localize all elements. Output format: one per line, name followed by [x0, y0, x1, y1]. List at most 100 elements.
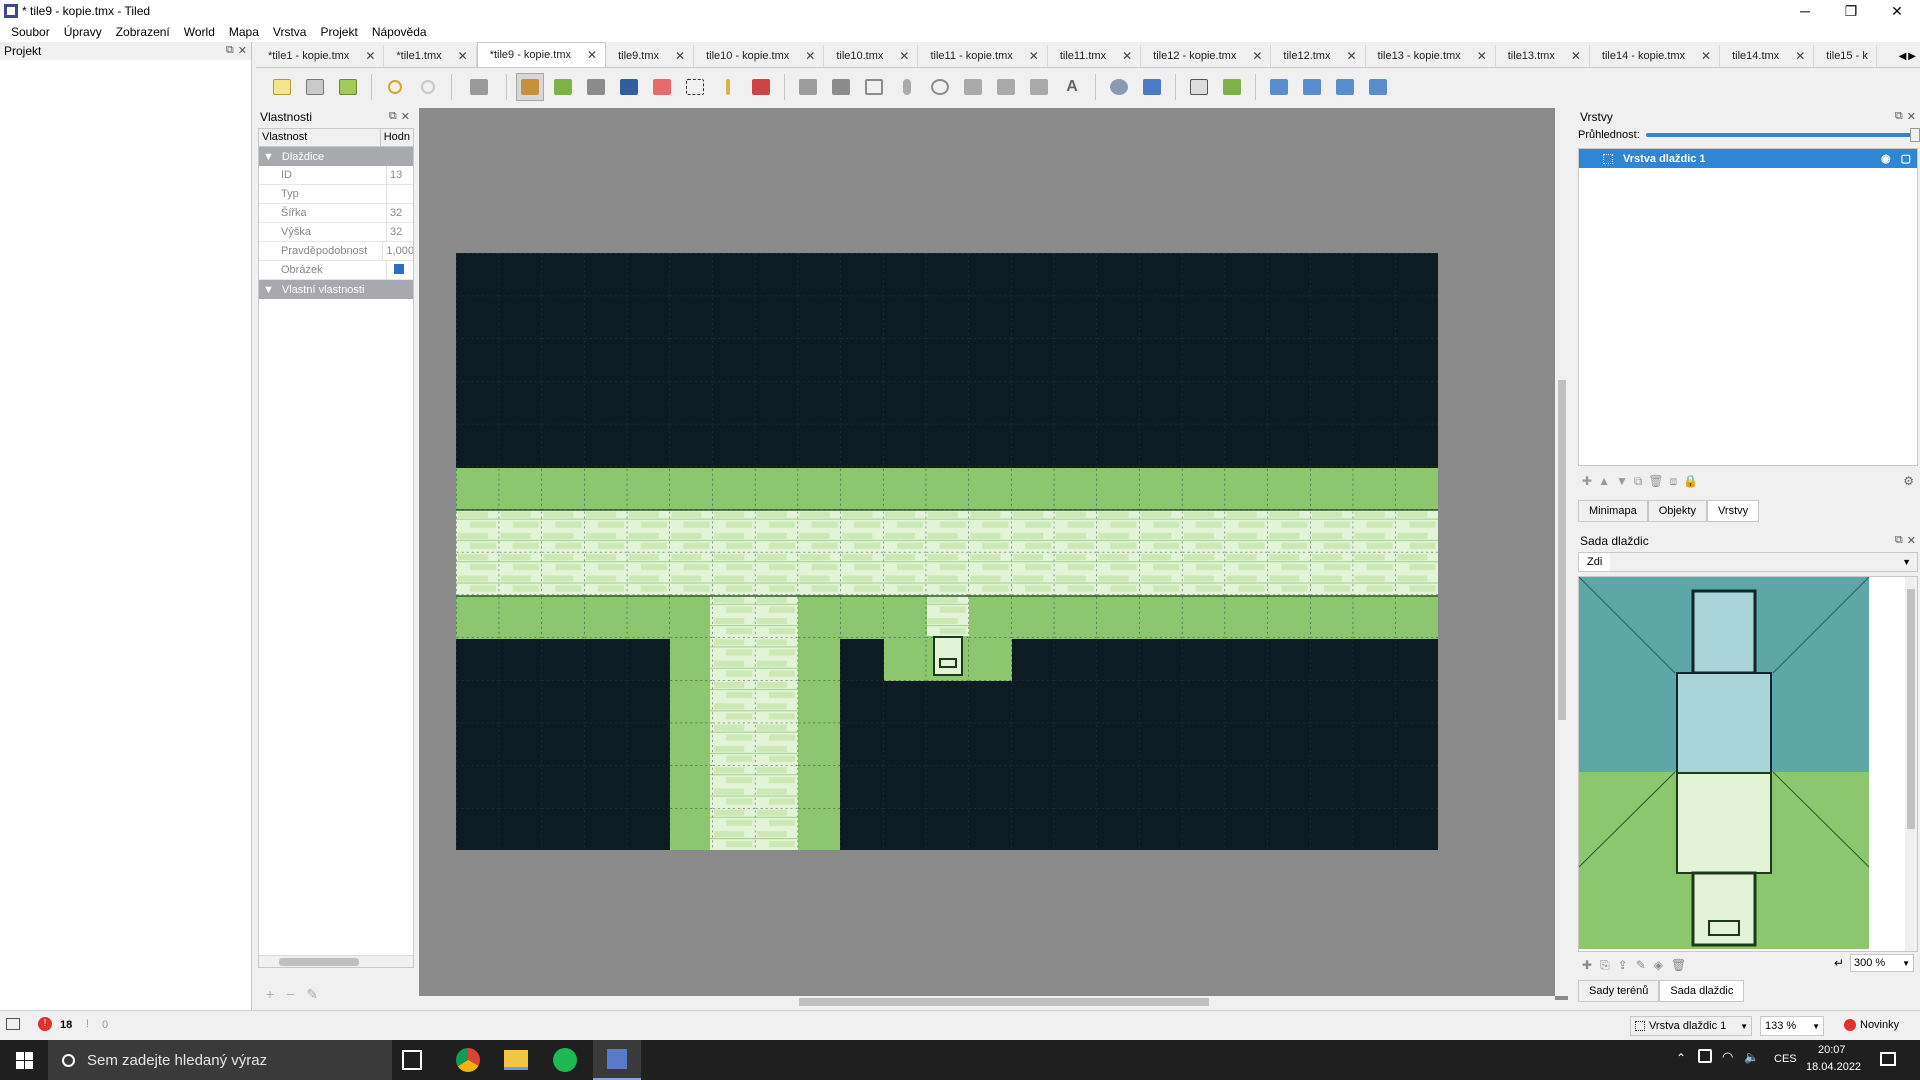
close-tab-icon[interactable]: ✕ [365, 49, 375, 63]
rotate-left-button[interactable] [1331, 73, 1359, 101]
image-thumbnail-icon[interactable] [394, 264, 404, 274]
delete-tileset-icon[interactable]: 🗑 [1671, 958, 1686, 973]
console-toggle-icon[interactable] [6, 1018, 20, 1030]
terrain-brush-button[interactable] [549, 73, 577, 101]
layer-properties-icon[interactable]: ⚙ [1903, 474, 1914, 488]
volume-icon[interactable]: 🔈 [1744, 1050, 1759, 1064]
menu-zobrazeni[interactable]: Zobrazení [109, 25, 177, 39]
flip-horizontal-button[interactable] [1265, 73, 1293, 101]
tab-tileset[interactable]: Sada dlaždic [1659, 980, 1745, 1002]
tile-map[interactable] [456, 253, 1438, 850]
tileset-tab-zdi[interactable]: Zdi [1579, 553, 1611, 571]
clock-date[interactable]: 18.04.2022 [1806, 1061, 1861, 1073]
flip-vertical-button[interactable] [1298, 73, 1326, 101]
eraser-button[interactable] [648, 73, 676, 101]
insert-template-button[interactable] [1025, 73, 1053, 101]
tab-document[interactable]: tile15 - k [1814, 45, 1877, 67]
tab-document[interactable]: tile10.tmx ✕ [824, 45, 919, 67]
menu-vrstva[interactable]: Vrstva [266, 25, 314, 39]
collapse-arrow-icon[interactable]: ▼ [263, 284, 274, 296]
tab-document[interactable]: tile14.tmx ✕ [1720, 45, 1815, 67]
move-world-button[interactable] [1138, 73, 1166, 101]
close-tab-icon[interactable]: ✕ [1571, 49, 1581, 63]
save-button[interactable] [334, 73, 362, 101]
random-tiles-button[interactable] [1185, 73, 1213, 101]
stamp-brush-button[interactable] [516, 73, 544, 101]
property-group-tile[interactable]: ▼ Dlaždice [259, 147, 413, 166]
close-icon[interactable]: ✕ [1907, 534, 1916, 547]
eye-icon[interactable]: ◉ [1881, 152, 1891, 165]
start-button[interactable] [0, 1040, 48, 1080]
float-icon[interactable]: ⧉ [389, 110, 397, 123]
delete-layer-icon[interactable]: 🗑 [1648, 474, 1663, 489]
merge-layer-icon[interactable]: ⧈ [1670, 474, 1678, 489]
rotate-right-button[interactable] [1364, 73, 1392, 101]
float-icon[interactable]: ⧉ [1895, 110, 1903, 123]
close-tab-icon[interactable]: ✕ [1477, 49, 1487, 63]
clock-time[interactable]: 20:07 [1818, 1044, 1846, 1056]
canvas-hscrollbar[interactable] [419, 996, 1555, 1008]
lock-icon[interactable]: ▢ [1901, 152, 1911, 165]
tab-objects[interactable]: Objekty [1647, 500, 1707, 522]
terrain-icon[interactable]: ◈ [1654, 958, 1663, 973]
insert-text-button[interactable]: A [1058, 73, 1086, 101]
add-property-icon[interactable]: + [266, 986, 274, 1003]
close-icon[interactable]: ✕ [238, 44, 247, 57]
zoom-select[interactable]: 133 % ▼ [1760, 1016, 1824, 1036]
menu-world[interactable]: World [177, 25, 222, 39]
maximize-button[interactable]: ❐ [1828, 0, 1874, 22]
close-tab-icon[interactable]: ✕ [1029, 49, 1039, 63]
float-icon[interactable]: ⧉ [1895, 534, 1903, 547]
close-tab-icon[interactable]: ✕ [1795, 49, 1805, 63]
properties-hscrollbar[interactable] [259, 955, 413, 967]
close-tab-icon[interactable]: ✕ [805, 49, 815, 63]
menu-projekt[interactable]: Projekt [313, 25, 364, 39]
tab-scroll-right-icon[interactable]: ▶ [1908, 51, 1916, 62]
tab-minimap[interactable]: Minimapa [1578, 500, 1648, 522]
select-objects-button[interactable] [794, 73, 822, 101]
insert-ellipse-button[interactable] [926, 73, 954, 101]
redo-button[interactable] [414, 73, 442, 101]
dynamic-wrap-icon[interactable]: ↵ [1834, 956, 1844, 970]
opacity-slider[interactable] [1645, 128, 1920, 142]
undo-button[interactable] [381, 73, 409, 101]
magic-wand-button[interactable] [714, 73, 742, 101]
property-row[interactable]: Typ [259, 185, 413, 204]
tab-layers[interactable]: Vrstvy [1706, 500, 1760, 522]
rename-property-icon[interactable]: ✎ [306, 986, 318, 1003]
duplicate-layer-icon[interactable]: ⧉ [1634, 474, 1643, 489]
tab-document[interactable]: tile11 - kopie.tmx ✕ [918, 45, 1048, 67]
property-row[interactable]: Výška 32 [259, 223, 413, 242]
embed-tileset-icon[interactable]: ⎘ [1600, 958, 1610, 973]
tab-document[interactable]: tile11.tmx ✕ [1047, 45, 1142, 67]
open-button[interactable] [301, 73, 329, 101]
input-language[interactable]: CES [1774, 1053, 1797, 1065]
tab-terrain-sets[interactable]: Sady terénů [1578, 980, 1660, 1002]
tab-document-active[interactable]: *tile9 - kopie.tmx ✕ [476, 42, 607, 67]
world-tool-button[interactable] [1105, 73, 1133, 101]
property-group-custom[interactable]: ▼ Vlastní vlastnosti [259, 280, 413, 299]
insert-polygon-button[interactable] [959, 73, 987, 101]
lock-layer-icon[interactable]: 🔒 [1683, 474, 1698, 489]
close-tab-icon[interactable]: ✕ [458, 49, 468, 63]
close-icon[interactable]: ✕ [1907, 110, 1916, 123]
property-row[interactable]: ID 13 [259, 166, 413, 185]
menu-napoveda[interactable]: Nápověda [365, 25, 434, 39]
news-button[interactable]: Novinky [1844, 1019, 1899, 1031]
wang-fill-button[interactable] [1218, 73, 1246, 101]
menu-upravy[interactable]: Úpravy [57, 25, 109, 39]
tab-document[interactable]: tile9.tmx ✕ [606, 45, 695, 67]
collapse-arrow-icon[interactable]: ▼ [263, 151, 274, 163]
column-property[interactable]: Vlastnost [259, 129, 381, 146]
close-icon[interactable]: ✕ [401, 110, 410, 123]
tab-document[interactable]: *tile1 - kopie.tmx ✕ [256, 45, 385, 67]
tab-document[interactable]: *tile1.tmx ✕ [384, 45, 477, 67]
select-same-tile-button[interactable] [747, 73, 775, 101]
close-tab-icon[interactable]: ✕ [1122, 49, 1132, 63]
float-icon[interactable]: ⧉ [226, 44, 234, 57]
property-row[interactable]: Obrázek [259, 261, 413, 280]
menu-soubor[interactable]: Soubor [4, 25, 57, 39]
insert-rectangle-button[interactable] [860, 73, 888, 101]
warning-icon[interactable]: ! [86, 1018, 89, 1030]
tab-document[interactable]: tile12.tmx ✕ [1271, 45, 1366, 67]
